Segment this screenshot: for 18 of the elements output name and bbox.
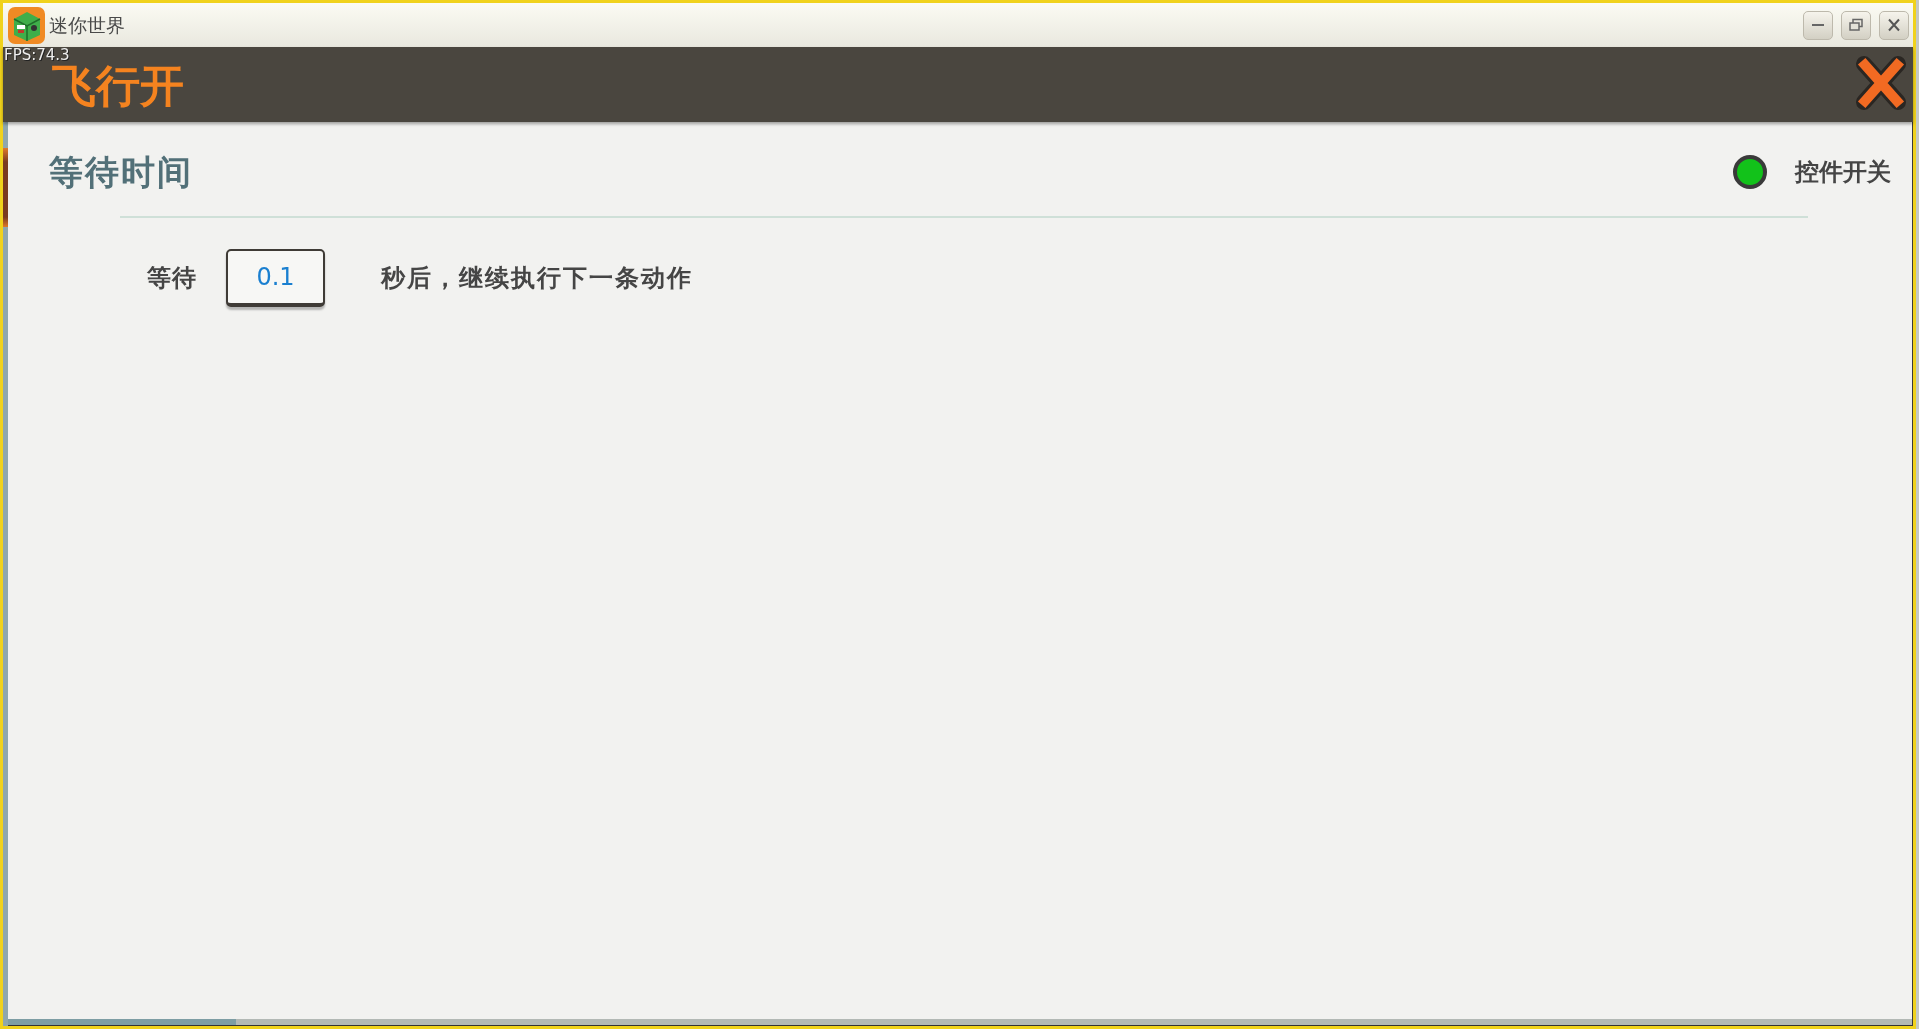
window-title: 迷你世界 <box>49 15 125 35</box>
restore-icon <box>1848 18 1864 32</box>
close-icon <box>1856 56 1906 110</box>
horizontal-scrollbar[interactable] <box>8 1019 1912 1026</box>
scrollbar-thumb[interactable] <box>8 1019 236 1025</box>
window-close-button[interactable] <box>1879 10 1909 40</box>
wait-description: 秒后，继续执行下一条动作 <box>381 266 693 290</box>
header-title: 飞行开 <box>52 64 184 108</box>
restore-button[interactable] <box>1841 10 1871 40</box>
close-icon <box>1886 18 1902 32</box>
fps-counter: FPS:74.3 <box>4 48 70 63</box>
wait-label: 等待 <box>147 266 197 290</box>
seconds-input[interactable]: 0.1 <box>226 249 325 307</box>
toggle-label: 控件开关 <box>1795 160 1891 184</box>
app-icon <box>8 6 45 44</box>
minimize-button[interactable] <box>1803 10 1833 40</box>
section-title: 等待时间 <box>49 155 193 189</box>
close-button[interactable] <box>1856 56 1906 110</box>
